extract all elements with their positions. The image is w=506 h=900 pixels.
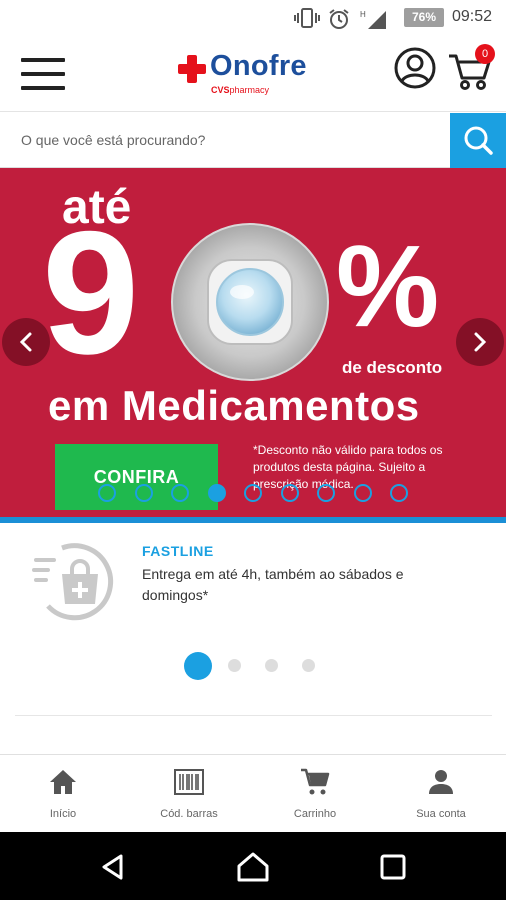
fastline-description: Entrega em até 4h, também ao sábados e d…: [142, 566, 404, 603]
search-icon: [464, 126, 493, 155]
section-divider: [15, 715, 492, 716]
battery-percent: 76%: [411, 10, 437, 24]
logo-sub-brand: CVS: [211, 85, 230, 95]
account-icon: [394, 47, 436, 89]
banner-page-dot[interactable]: [244, 484, 262, 502]
banner-big-number: 9: [42, 196, 139, 391]
chevron-left-icon: [19, 332, 32, 352]
banner-page-dot[interactable]: [98, 484, 116, 502]
search-button[interactable]: [450, 113, 506, 168]
status-bar: H 76% 09:52: [0, 0, 506, 36]
banner-next-button[interactable]: [456, 318, 504, 366]
chevron-right-icon: [474, 332, 487, 352]
banner-headline: em Medicamentos: [48, 382, 420, 429]
feature-page-dot[interactable]: [228, 659, 241, 672]
feature-page-dot[interactable]: [184, 652, 212, 680]
fastline-delivery-icon: [32, 543, 114, 621]
fastline-title: FASTLINE: [142, 543, 214, 559]
app-header: Onofre CVSpharmacy 0: [0, 36, 506, 112]
banner-page-dot[interactable]: [280, 484, 299, 502]
feature-page-dot[interactable]: [302, 659, 315, 672]
home-system-icon[interactable]: [236, 850, 270, 884]
banner-pagination: [98, 484, 418, 502]
banner-page-dot[interactable]: [207, 484, 226, 502]
banner-page-dot[interactable]: [317, 484, 335, 502]
logo-text: Onofre: [210, 50, 307, 82]
system-navigation-bar: [0, 832, 506, 900]
banner-percent-sign: %: [336, 221, 440, 351]
search-input[interactable]: [0, 113, 450, 167]
status-time: 09:52: [452, 8, 493, 25]
feature-page-dot[interactable]: [265, 659, 278, 672]
alarm-icon: [329, 9, 349, 29]
banner-page-dot[interactable]: [390, 484, 408, 502]
cart-icon: [301, 768, 330, 795]
nav-item-barcode[interactable]: Cód. barras: [126, 755, 252, 833]
logo-sub-text: pharmacy: [229, 85, 270, 95]
banner-page-dot[interactable]: [353, 484, 372, 502]
banner-discount-label: de desconto: [342, 358, 443, 377]
home-icon: [50, 770, 76, 794]
promo-banner[interactable]: até 9 % de desconto em Medicamentos CONF…: [0, 168, 506, 518]
nav-item-home[interactable]: Início: [0, 755, 126, 833]
account-button[interactable]: [393, 46, 437, 90]
menu-button[interactable]: [21, 56, 65, 92]
brand-logo[interactable]: Onofre CVSpharmacy: [178, 49, 330, 99]
nav-label-cart: Carrinho: [293, 808, 337, 820]
logo-subtitle: CVSpharmacy: [211, 85, 269, 95]
battery-icon: 76%: [404, 8, 444, 27]
nav-label-account: Sua conta: [416, 808, 466, 820]
nav-label-home: Início: [49, 808, 77, 820]
back-icon[interactable]: [96, 850, 130, 884]
nav-label-barcode: Cód. barras: [160, 808, 218, 820]
feature-pagination: [184, 652, 324, 680]
banner-bottom-stripe: [0, 517, 506, 523]
banner-prev-button[interactable]: [2, 318, 50, 366]
banner-page-dot[interactable]: [171, 484, 189, 502]
barcode-icon: [174, 769, 204, 795]
nav-item-cart[interactable]: Carrinho: [252, 755, 378, 833]
recents-icon[interactable]: [376, 850, 410, 884]
cart-count-badge: 0: [475, 44, 495, 64]
pill-blister-icon: [171, 223, 329, 381]
banner-page-dot[interactable]: [134, 484, 153, 502]
vibrate-icon: [294, 8, 320, 28]
search-bar: [0, 113, 506, 168]
signal-icon: H: [360, 10, 386, 29]
svg-text:H: H: [360, 10, 366, 19]
bottom-navigation: Início Cód. barras Carrinho Sua conta: [0, 754, 506, 832]
cross-logo-icon: [178, 55, 206, 83]
person-icon: [429, 770, 453, 794]
nav-item-account[interactable]: Sua conta: [378, 755, 504, 833]
